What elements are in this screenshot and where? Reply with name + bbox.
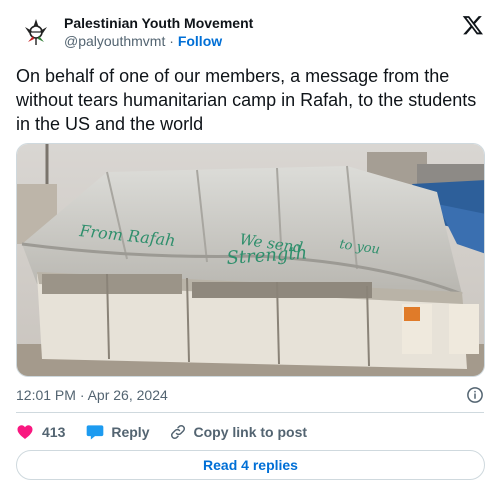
handle-separator: · xyxy=(165,33,178,49)
author-names: Palestinian Youth Movement @palyouthmvmt… xyxy=(64,14,253,50)
heart-icon xyxy=(17,425,33,439)
post-image[interactable]: From Rafah We send Strength to you xyxy=(16,143,485,377)
movement-logo-icon xyxy=(25,19,47,45)
like-count: 413 xyxy=(42,424,66,440)
link-icon xyxy=(171,424,186,440)
copy-link-button[interactable]: Copy link to post xyxy=(169,423,307,441)
reply-button[interactable]: Reply xyxy=(85,422,149,442)
follow-button[interactable]: Follow xyxy=(178,33,222,49)
author-handle[interactable]: @palyouthmvmt xyxy=(64,33,165,49)
post-text: On behalf of one of our members, a messa… xyxy=(16,66,477,134)
like-button[interactable]: 413 xyxy=(16,423,65,441)
post-header: Palestinian Youth Movement @palyouthmvmt… xyxy=(16,12,484,52)
copy-link-label: Copy link to post xyxy=(193,424,308,440)
embedded-post: Palestinian Youth Movement @palyouthmvmt… xyxy=(0,0,500,494)
x-logo-icon[interactable] xyxy=(462,14,484,36)
post-timestamp[interactable]: 12:01 PM · Apr 26, 2024 xyxy=(16,386,168,404)
author-display-name[interactable]: Palestinian Youth Movement xyxy=(64,14,253,32)
reply-bubble-icon xyxy=(87,425,104,440)
read-replies-button[interactable]: Read 4 replies xyxy=(16,450,485,480)
tent-photo: From Rafah We send Strength to you xyxy=(17,144,484,376)
avatar[interactable] xyxy=(16,12,56,52)
author-handle-row: @palyouthmvmt · Follow xyxy=(64,32,253,50)
divider xyxy=(16,412,484,413)
info-icon[interactable] xyxy=(466,386,484,404)
reply-label: Reply xyxy=(111,424,150,440)
action-bar: 413 Reply Copy link to post xyxy=(16,420,327,444)
